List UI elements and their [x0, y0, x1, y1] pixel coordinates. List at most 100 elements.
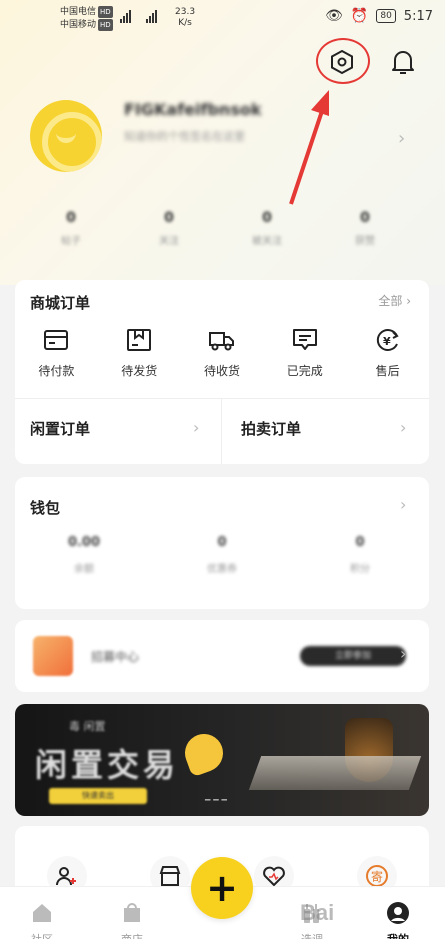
promo-row[interactable]: 招募中心 立即参加 ›	[15, 620, 429, 692]
stat-label: 获赞	[355, 236, 375, 247]
hd-badge: HD	[98, 6, 113, 18]
stat-value: 0	[66, 210, 76, 226]
chevron-right-icon: ›	[400, 418, 407, 437]
tab-label: 社区	[2, 931, 82, 939]
tab-mine[interactable]: 我的	[358, 887, 438, 939]
tab-label: 我的	[358, 931, 438, 939]
wallet-items: 0.00 余额 0 优惠券 0 积分	[15, 535, 429, 575]
carrier-1: 中国电信 HD	[60, 6, 113, 18]
carrier-2-label: 中国移动	[60, 20, 97, 30]
stat-label: 帖子	[61, 236, 81, 247]
banner-pager: ━ ━ ━	[205, 796, 227, 806]
wallet-card[interactable]: 钱包 › 0.00 余额 0 优惠券 0 积分	[15, 477, 429, 609]
order-after-sales[interactable]: ¥ 售后	[346, 328, 429, 379]
settings-icon[interactable]	[329, 49, 355, 75]
wallet-value: 0	[217, 535, 227, 550]
clock-time: 5:17	[403, 8, 433, 24]
status-bar: 中国电信 HD 中国移动 HD 23.3 K/s 👁 ⏰ 80 5:17	[0, 0, 445, 36]
wallet-value: 0.00	[67, 535, 101, 550]
net-speed-value: 23.3	[175, 7, 196, 17]
order-item-label: 待收货	[203, 364, 240, 378]
bio: 知道你的个性签名在这里	[124, 130, 245, 143]
stat-label: 被关注	[252, 236, 282, 247]
carrier-1-label: 中国电信	[60, 7, 97, 17]
yuan-refresh-icon: ¥	[376, 329, 399, 351]
order-pending-shipment[interactable]: 待发货	[98, 328, 181, 379]
eye-icon: 👁	[325, 8, 343, 24]
promo-thumbnail	[33, 636, 73, 676]
hd-badge-2: HD	[98, 19, 113, 31]
banner-title: 闲置交易	[35, 746, 180, 784]
bell-icon[interactable]	[390, 48, 416, 76]
chevron-right-icon: ›	[400, 495, 407, 514]
wallet-label: 优惠券	[207, 564, 237, 575]
avatar[interactable]	[30, 100, 102, 172]
svg-text:寄: 寄	[371, 869, 383, 884]
stat-posts[interactable]: 0 帖子	[22, 210, 120, 247]
order-completed[interactable]: 已完成	[263, 328, 346, 379]
promo-text: 招募中心	[91, 650, 140, 664]
wallet-label: 余额	[74, 564, 94, 575]
order-item-label: 售后	[375, 364, 400, 378]
battery-icon: 80	[376, 9, 396, 23]
chevron-right-icon: ›	[400, 644, 407, 663]
svg-text:¥: ¥	[383, 335, 391, 348]
home-icon	[33, 904, 51, 922]
order-item-label: 待付款	[38, 364, 75, 378]
tab-label: 商店	[92, 931, 172, 939]
idle-orders-link[interactable]: 闲置订单	[30, 418, 90, 439]
order-item-label: 已完成	[286, 364, 323, 378]
divider	[15, 398, 429, 399]
signal-icon-2	[146, 9, 157, 23]
see-all-label: 全部	[378, 294, 403, 308]
box-icon	[127, 329, 152, 351]
wallet-balance[interactable]: 0.00 余额	[15, 535, 153, 575]
net-speed: 23.3 K/s	[175, 7, 195, 29]
banner-subtitle: 毒 闲置	[69, 720, 106, 733]
signal-icon	[120, 9, 131, 23]
divider	[221, 398, 222, 464]
alarm-icon: ⏰	[350, 8, 369, 24]
publish-plus-button[interactable]: +	[191, 857, 253, 919]
profile-chevron-right-icon[interactable]: ›	[398, 128, 405, 149]
mall-orders-title: 商城订单	[30, 294, 91, 312]
status-right: 👁 ⏰ 80 5:17	[325, 8, 433, 24]
idle-trade-banner[interactable]: 毒 闲置 闲置交易 快速卖出 ━ ━ ━	[15, 704, 429, 816]
profile-stats: 0 帖子 0 关注 0 被关注 0 获赞	[0, 210, 445, 247]
chevron-right-icon: ›	[406, 294, 411, 308]
card-icon	[44, 330, 69, 350]
wallet-value: 0	[355, 535, 365, 550]
chevron-right-icon: ›	[193, 418, 200, 437]
wallet-coupons[interactable]: 0 优惠券	[153, 535, 291, 575]
stat-value: 0	[360, 210, 370, 226]
see-all-orders-link[interactable]: 全部 ›	[378, 292, 411, 309]
stat-value: 0	[164, 210, 174, 226]
order-item-label: 待发货	[121, 364, 158, 378]
stat-following[interactable]: 0 关注	[120, 210, 218, 247]
tab-label: 选调	[272, 931, 352, 939]
username[interactable]: FIGKafeifbnsok	[124, 100, 261, 119]
banner-button[interactable]: 快速卖出	[49, 788, 147, 804]
order-pending-payment[interactable]: 待付款	[15, 328, 98, 379]
stat-value: 0	[262, 210, 272, 226]
tab-shop[interactable]: 商店	[92, 887, 172, 939]
message-check-icon	[292, 329, 317, 350]
wallet-title: 钱包	[30, 499, 61, 517]
wallet-points[interactable]: 0 积分	[291, 535, 429, 575]
mall-orders-card: 商城订单 全部 › 待付款 待发货 待收货 已完成 ¥ 售后 闲置订单 › 拍卖…	[15, 280, 429, 464]
stat-label: 关注	[159, 236, 179, 247]
order-pending-receipt[interactable]: 待收货	[181, 328, 264, 379]
banner-badge-icon	[179, 728, 229, 778]
truck-icon	[208, 332, 234, 351]
avatar-icon	[387, 902, 409, 924]
stat-likes[interactable]: 0 获赞	[316, 210, 414, 247]
promo-badge[interactable]: 立即参加	[300, 646, 406, 666]
tab-community[interactable]: 社区	[2, 887, 82, 939]
wallet-label: 积分	[350, 564, 370, 575]
banner-books-image	[248, 756, 422, 790]
auction-orders-link[interactable]: 拍卖订单	[241, 418, 301, 439]
watermark: Bai	[300, 900, 335, 925]
carrier-2: 中国移动 HD	[60, 19, 113, 31]
stat-followers[interactable]: 0 被关注	[218, 210, 316, 247]
shop-bag-icon	[124, 903, 140, 922]
